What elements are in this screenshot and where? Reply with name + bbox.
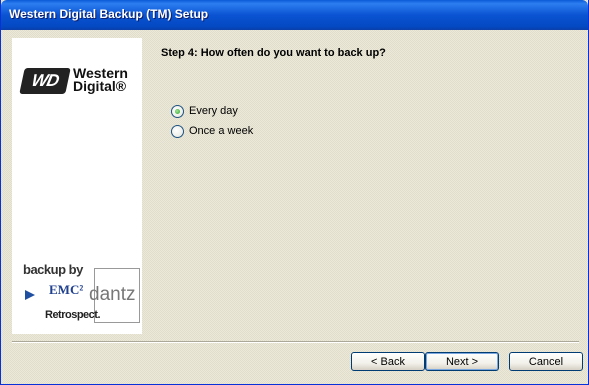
- step-title: Step 4: How often do you want to back up…: [161, 47, 386, 59]
- title-bar[interactable]: Western Digital Backup (TM) Setup: [1, 0, 588, 30]
- dantz-text: dantz: [89, 284, 136, 305]
- wd-badge: WD: [19, 68, 71, 94]
- emc-text: EMC²: [49, 282, 84, 297]
- back-button[interactable]: < Back: [351, 352, 425, 371]
- radio-checked-icon[interactable]: [171, 104, 184, 118]
- arrow-icon: [25, 290, 35, 300]
- footer-separator: [12, 341, 579, 343]
- western-digital-logo: WD Western Digital®: [19, 66, 137, 96]
- option-label[interactable]: Every day: [189, 105, 238, 117]
- next-button[interactable]: Next >: [425, 352, 499, 371]
- option-every-day[interactable]: Every day: [171, 103, 238, 119]
- option-once-a-week[interactable]: Once a week: [171, 123, 253, 139]
- radio-unchecked-icon[interactable]: [171, 124, 184, 138]
- wd-name-line2: Digital®: [73, 78, 127, 94]
- backup-by-text: backup by: [23, 262, 83, 277]
- setup-window: Western Digital Backup (TM) Setup WD Wes…: [0, 0, 589, 385]
- backup-by-logo: backup by EMC² dantz Retrospect.: [23, 262, 140, 324]
- retrospect-text: Retrospect.: [45, 309, 101, 321]
- cancel-button[interactable]: Cancel: [509, 352, 583, 371]
- option-label[interactable]: Once a week: [189, 125, 253, 137]
- wd-name: Western Digital®: [73, 66, 137, 94]
- window-title: Western Digital Backup (TM) Setup: [9, 7, 209, 21]
